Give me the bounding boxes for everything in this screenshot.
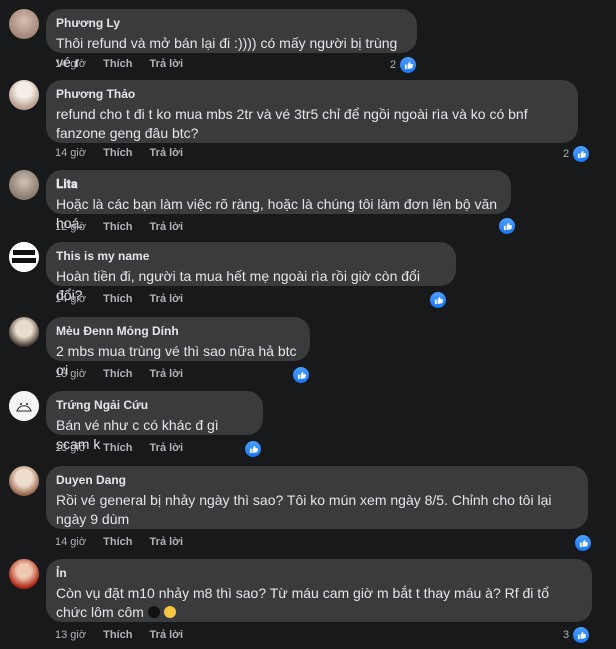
comment-author[interactable]: This is my name <box>56 249 444 264</box>
like-reaction-icon <box>572 145 591 163</box>
comment-bubble: Trứng Ngải Cứu Bán vé như c có khác đ gì… <box>46 391 263 452</box>
like-button[interactable]: Thích <box>103 221 132 233</box>
like-button[interactable]: Thích <box>103 442 132 454</box>
comment-actions: 12 giờ Thích Trả lời <box>55 221 197 233</box>
comment-time[interactable]: 14 giờ <box>55 536 86 548</box>
avatar[interactable] <box>9 466 39 496</box>
comment-author[interactable]: Phương Thảo <box>56 87 566 102</box>
reaction-count[interactable] <box>498 217 516 235</box>
reaction-count[interactable]: 2 <box>563 145 591 163</box>
comment-text: refund cho t đi t ko mua mbs 2tr và vé 3… <box>56 106 528 141</box>
avatar[interactable] <box>9 559 39 589</box>
comment-time[interactable]: 13 giờ <box>55 442 86 454</box>
comment-time[interactable]: 14 giờ <box>55 147 86 159</box>
comment-text: Rồi vé general bị nhảy ngày thì sao? Tôi… <box>56 492 552 527</box>
like-button[interactable]: Thích <box>103 629 132 641</box>
reaction-count[interactable] <box>429 291 447 309</box>
reaction-count[interactable] <box>292 366 310 384</box>
comment-time[interactable]: 13 giờ <box>55 368 86 380</box>
avatar[interactable] <box>9 80 39 110</box>
comment-author[interactable]: Phương Ly <box>56 16 405 31</box>
like-reaction-icon <box>572 626 591 644</box>
comment-actions: 14 giờ Thích Trả lời <box>55 58 197 70</box>
like-reaction-icon <box>574 534 592 552</box>
reaction-number: 2 <box>563 148 570 160</box>
like-button[interactable]: Thích <box>103 58 132 70</box>
comment-author[interactable]: Ỉn <box>56 566 580 581</box>
comment-actions: 14 giờ Thích Trả lời <box>55 293 197 305</box>
like-button[interactable]: Thích <box>103 536 132 548</box>
reply-button[interactable]: Trả lời <box>150 442 184 454</box>
reply-button[interactable]: Trả lời <box>150 536 184 548</box>
reaction-count[interactable]: 2 <box>390 56 418 74</box>
comment-actions: 13 giờ Thích Trả lời <box>55 368 197 380</box>
comment-author[interactable]: Mèu Đenn Mỏng Dính <box>56 324 298 339</box>
avatar[interactable] <box>9 391 39 421</box>
smile-emoji-icon <box>163 606 176 618</box>
reaction-count[interactable] <box>574 534 592 552</box>
reply-button[interactable]: Trả lời <box>150 221 184 233</box>
avatar[interactable] <box>9 9 39 39</box>
reaction-count[interactable]: 3 <box>563 626 591 644</box>
comment-time[interactable]: 14 giờ <box>55 58 86 70</box>
comment-text-content: Còn vụ đặt m10 nhảy m8 thì sao? Từ máu c… <box>56 585 549 620</box>
like-button[interactable]: Thích <box>103 368 132 380</box>
comment-time[interactable]: 13 giờ <box>55 629 86 641</box>
comment-actions: 14 giờ Thích Trả lời <box>55 147 197 159</box>
reply-button[interactable]: Trả lời <box>150 629 184 641</box>
reaction-number: 2 <box>390 59 397 71</box>
avatar-drawing-icon <box>9 391 39 421</box>
like-reaction-icon <box>399 56 418 74</box>
avatar[interactable] <box>9 170 39 200</box>
comment-author[interactable]: Duyen Dang <box>56 473 576 488</box>
comment-actions: 13 giờ Thích Trả lời <box>55 442 197 454</box>
logo-icon <box>9 242 39 272</box>
comment-bubble: Mèu Đenn Mỏng Dính 2 mbs mua trùng vé th… <box>46 317 310 378</box>
reply-button[interactable]: Trả lời <box>150 368 184 380</box>
like-reaction-icon <box>429 291 447 309</box>
comment-bubble: This is my name Hoàn tiền đi, người ta m… <box>46 242 456 303</box>
comment-bubble: Phương Ly Thôi refund và mở bán lại đi :… <box>46 9 417 70</box>
comment-actions: 13 giờ Thích Trả lời <box>55 629 197 641</box>
dark-emoji-icon <box>147 606 160 618</box>
comment-bubble: Phương Thảo refund cho t đi t ko mua mbs… <box>46 80 578 143</box>
comment-time[interactable]: 12 giờ <box>55 221 86 233</box>
comment-bubble: Ỉn Còn vụ đặt m10 nhảy m8 thì sao? Từ má… <box>46 559 592 622</box>
reply-button[interactable]: Trả lời <box>150 293 184 305</box>
reaction-count[interactable] <box>244 440 262 458</box>
comment-bubble: 𝐋𝐢𝐭𝐚 Hoặc là các bạn làm việc rõ ràng, h… <box>46 170 511 231</box>
avatar[interactable] <box>9 317 39 347</box>
comment-actions: 14 giờ Thích Trả lời <box>55 536 197 548</box>
comment-time[interactable]: 14 giờ <box>55 293 86 305</box>
comment-author[interactable]: 𝐋𝐢𝐭𝐚 <box>56 177 499 192</box>
reply-button[interactable]: Trả lời <box>150 58 184 70</box>
like-reaction-icon <box>292 366 310 384</box>
like-button[interactable]: Thích <box>103 293 132 305</box>
like-reaction-icon <box>244 440 262 458</box>
comment-text: Còn vụ đặt m10 nhảy m8 thì sao? Từ máu c… <box>56 584 582 622</box>
comment-bubble: Duyen Dang Rồi vé general bị nhảy ngày t… <box>46 466 588 529</box>
comment-author[interactable]: Trứng Ngải Cứu <box>56 398 251 413</box>
avatar[interactable] <box>9 242 39 272</box>
reaction-number: 3 <box>563 629 570 641</box>
like-reaction-icon <box>498 217 516 235</box>
like-button[interactable]: Thích <box>103 147 132 159</box>
reply-button[interactable]: Trả lời <box>150 147 184 159</box>
